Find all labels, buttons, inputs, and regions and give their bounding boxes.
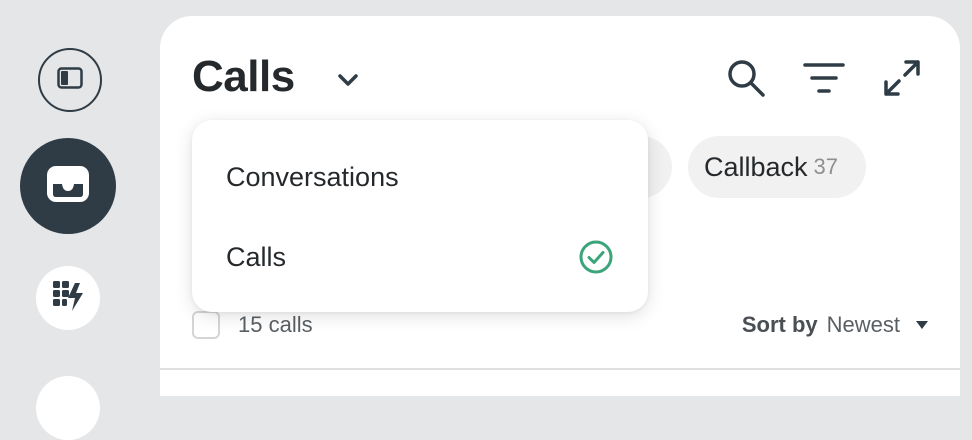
caret-down-icon bbox=[916, 321, 928, 329]
search-button[interactable] bbox=[724, 58, 768, 102]
dropdown-item-conversations[interactable]: Conversations bbox=[192, 147, 648, 207]
filter-chip-callback-count: 37 bbox=[813, 154, 839, 179]
sidebar-toggle-icon bbox=[57, 66, 83, 94]
dialer-nav-button[interactable] bbox=[36, 266, 100, 330]
search-icon bbox=[726, 58, 766, 103]
sort-label: Sort by bbox=[741, 312, 818, 337]
filter-button[interactable] bbox=[802, 58, 846, 102]
inbox-nav-button[interactable] bbox=[20, 138, 116, 234]
dropdown-item-calls[interactable]: Calls bbox=[192, 227, 648, 287]
check-circle-icon bbox=[578, 239, 614, 275]
chevron-down-icon[interactable] bbox=[337, 73, 359, 87]
filter-chip-callback[interactable]: Callback 37 bbox=[688, 136, 866, 198]
calls-count: 15 calls bbox=[238, 312, 313, 337]
expand-icon bbox=[882, 58, 922, 103]
toolbar bbox=[724, 58, 924, 102]
sort-dropdown[interactable]: Sort by Newest bbox=[742, 312, 928, 338]
sidebar bbox=[0, 0, 140, 440]
page-title: Calls bbox=[192, 52, 295, 101]
inbox-icon bbox=[45, 164, 91, 209]
list-divider bbox=[160, 368, 960, 370]
dialer-bolt-icon bbox=[51, 279, 85, 318]
dropdown-item-label: Conversations bbox=[226, 161, 399, 192]
filter-chip-callback-label: Callback bbox=[704, 151, 808, 182]
expand-button[interactable] bbox=[880, 58, 924, 102]
title-row: Calls bbox=[192, 52, 359, 102]
filter-icon bbox=[803, 61, 845, 100]
more-nav-button[interactable] bbox=[36, 376, 100, 440]
list-header: 15 calls Sort by Newest bbox=[192, 308, 928, 342]
sort-value: Newest bbox=[826, 312, 900, 337]
view-switcher-dropdown: Conversations Calls bbox=[192, 120, 648, 312]
select-all-checkbox[interactable] bbox=[192, 311, 220, 339]
dropdown-item-label: Calls bbox=[226, 241, 287, 272]
sidebar-toggle-button[interactable] bbox=[38, 48, 102, 112]
